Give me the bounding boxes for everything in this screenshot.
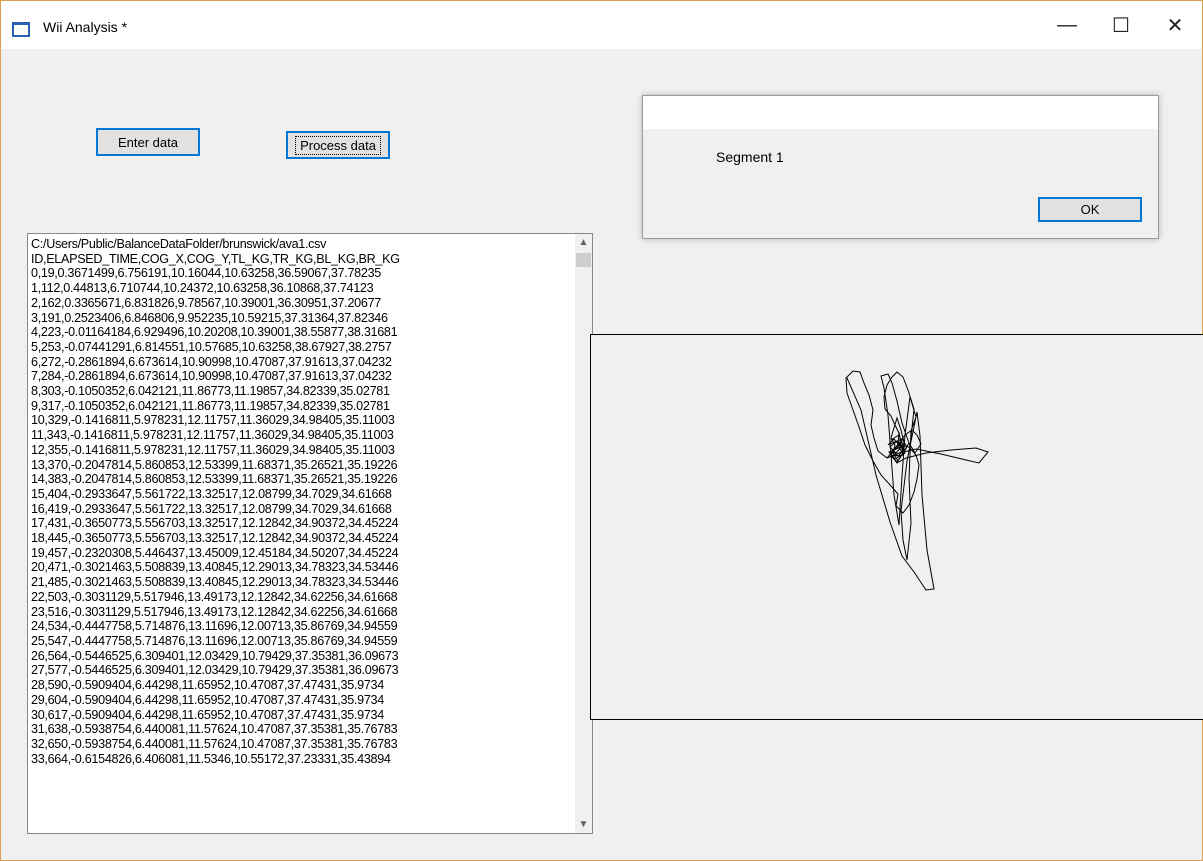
list-line[interactable]: 17,431,-0.3650773,5.556703,13.32517,12.1… bbox=[31, 516, 570, 531]
list-line[interactable]: 32,650,-0.5938754,6.440081,11.57624,10.4… bbox=[31, 737, 570, 752]
scroll-down-arrow-icon[interactable]: ▼ bbox=[575, 816, 592, 833]
list-line[interactable]: 20,471,-0.3021463,5.508839,13.40845,12.2… bbox=[31, 560, 570, 575]
process-data-button[interactable]: Process data bbox=[286, 131, 390, 159]
list-line[interactable]: 0,19,0.3671499,6.756191,10.16044,10.6325… bbox=[31, 266, 570, 281]
list-line[interactable]: 7,284,-0.2861894,6.673614,10.90998,10.47… bbox=[31, 369, 570, 384]
list-line[interactable]: 22,503,-0.3031129,5.517946,13.49173,12.1… bbox=[31, 590, 570, 605]
list-line[interactable]: 18,445,-0.3650773,5.556703,13.32517,12.1… bbox=[31, 531, 570, 546]
list-line[interactable]: 2,162,0.3365671,6.831826,9.78567,10.3900… bbox=[31, 296, 570, 311]
list-line[interactable]: 30,617,-0.5909404,6.44298,11.65952,10.47… bbox=[31, 708, 570, 723]
enter-data-label: Enter data bbox=[118, 134, 178, 150]
process-data-label: Process data bbox=[295, 135, 381, 155]
list-line[interactable]: 5,253,-0.07441291,6.814551,10.57685,10.6… bbox=[31, 340, 570, 355]
window-app-icon bbox=[12, 22, 30, 37]
list-line[interactable]: 24,534,-0.4447758,5.714876,13.11696,12.0… bbox=[31, 619, 570, 634]
minimize-button[interactable]: — bbox=[1041, 1, 1093, 49]
enter-data-button[interactable]: Enter data bbox=[96, 128, 200, 156]
list-line[interactable]: 13,370,-0.2047814,5.860853,12.53399,11.6… bbox=[31, 458, 570, 473]
list-line[interactable]: C:/Users/Public/BalanceDataFolder/brunsw… bbox=[31, 237, 570, 252]
data-listbox[interactable]: C:/Users/Public/BalanceDataFolder/brunsw… bbox=[27, 233, 593, 834]
list-line[interactable]: 15,404,-0.2933647,5.561722,13.32517,12.0… bbox=[31, 487, 570, 502]
list-line[interactable]: 26,564,-0.5446525,6.309401,12.03429,10.7… bbox=[31, 649, 570, 664]
list-line[interactable]: 10,329,-0.1416811,5.978231,12.11757,11.3… bbox=[31, 413, 570, 428]
ok-button[interactable]: OK bbox=[1038, 197, 1142, 222]
list-line[interactable]: 25,547,-0.4447758,5.714876,13.11696,12.0… bbox=[31, 634, 570, 649]
maximize-button[interactable]: ☐ bbox=[1095, 1, 1147, 49]
title-bar: Wii Analysis * — ☐ ✕ bbox=[1, 1, 1202, 49]
scroll-thumb[interactable] bbox=[576, 253, 591, 267]
message-dialog: Segment 1 OK bbox=[642, 95, 1159, 239]
list-line[interactable]: 11,343,-0.1416811,5.978231,12.11757,11.3… bbox=[31, 428, 570, 443]
list-line[interactable]: 4,223,-0.01164184,6.929496,10.20208,10.3… bbox=[31, 325, 570, 340]
cog-trajectory-trace bbox=[845, 370, 989, 591]
list-line[interactable]: 3,191,0.2523406,6.846806,9.952235,10.592… bbox=[31, 311, 570, 326]
list-line[interactable]: 6,272,-0.2861894,6.673614,10.90998,10.47… bbox=[31, 355, 570, 370]
list-line[interactable]: 21,485,-0.3021463,5.508839,13.40845,12.2… bbox=[31, 575, 570, 590]
trajectory-svg bbox=[845, 370, 989, 591]
list-line[interactable]: 31,638,-0.5938754,6.440081,11.57624,10.4… bbox=[31, 722, 570, 737]
data-lines: C:/Users/Public/BalanceDataFolder/brunsw… bbox=[31, 237, 570, 766]
window-title: Wii Analysis * bbox=[43, 19, 128, 35]
list-line[interactable]: 33,664,-0.6154826,6.406081,11.5346,10.55… bbox=[31, 752, 570, 767]
list-line[interactable]: 23,516,-0.3031129,5.517946,13.49173,12.1… bbox=[31, 605, 570, 620]
trajectory-plot bbox=[590, 334, 1203, 720]
list-line[interactable]: 9,317,-0.1050352,6.042121,11.86773,11.19… bbox=[31, 399, 570, 414]
list-line[interactable]: 14,383,-0.2047814,5.860853,12.53399,11.6… bbox=[31, 472, 570, 487]
list-line[interactable]: 28,590,-0.5909404,6.44298,11.65952,10.47… bbox=[31, 678, 570, 693]
ok-label: OK bbox=[1080, 202, 1100, 217]
app-window: Wii Analysis * — ☐ ✕ Enter data Process … bbox=[0, 0, 1203, 861]
list-line[interactable]: 16,419,-0.2933647,5.561722,13.32517,12.0… bbox=[31, 502, 570, 517]
list-line[interactable]: 12,355,-0.1416811,5.978231,12.11757,11.3… bbox=[31, 443, 570, 458]
list-line[interactable]: 27,577,-0.5446525,6.309401,12.03429,10.7… bbox=[31, 663, 570, 678]
dialog-header bbox=[643, 96, 1158, 129]
list-line[interactable]: 8,303,-0.1050352,6.042121,11.86773,11.19… bbox=[31, 384, 570, 399]
list-line[interactable]: 29,604,-0.5909404,6.44298,11.65952,10.47… bbox=[31, 693, 570, 708]
close-button[interactable]: ✕ bbox=[1149, 1, 1201, 49]
list-line[interactable]: 19,457,-0.2320308,5.446437,13.45009,12.4… bbox=[31, 546, 570, 561]
dialog-message: Segment 1 bbox=[716, 149, 784, 165]
list-line[interactable]: ID,ELAPSED_TIME,COG_X,COG_Y,TL_KG,TR_KG,… bbox=[31, 252, 570, 267]
scroll-up-arrow-icon[interactable]: ▲ bbox=[575, 234, 592, 251]
list-line[interactable]: 1,112,0.44813,6.710744,10.24372,10.63258… bbox=[31, 281, 570, 296]
